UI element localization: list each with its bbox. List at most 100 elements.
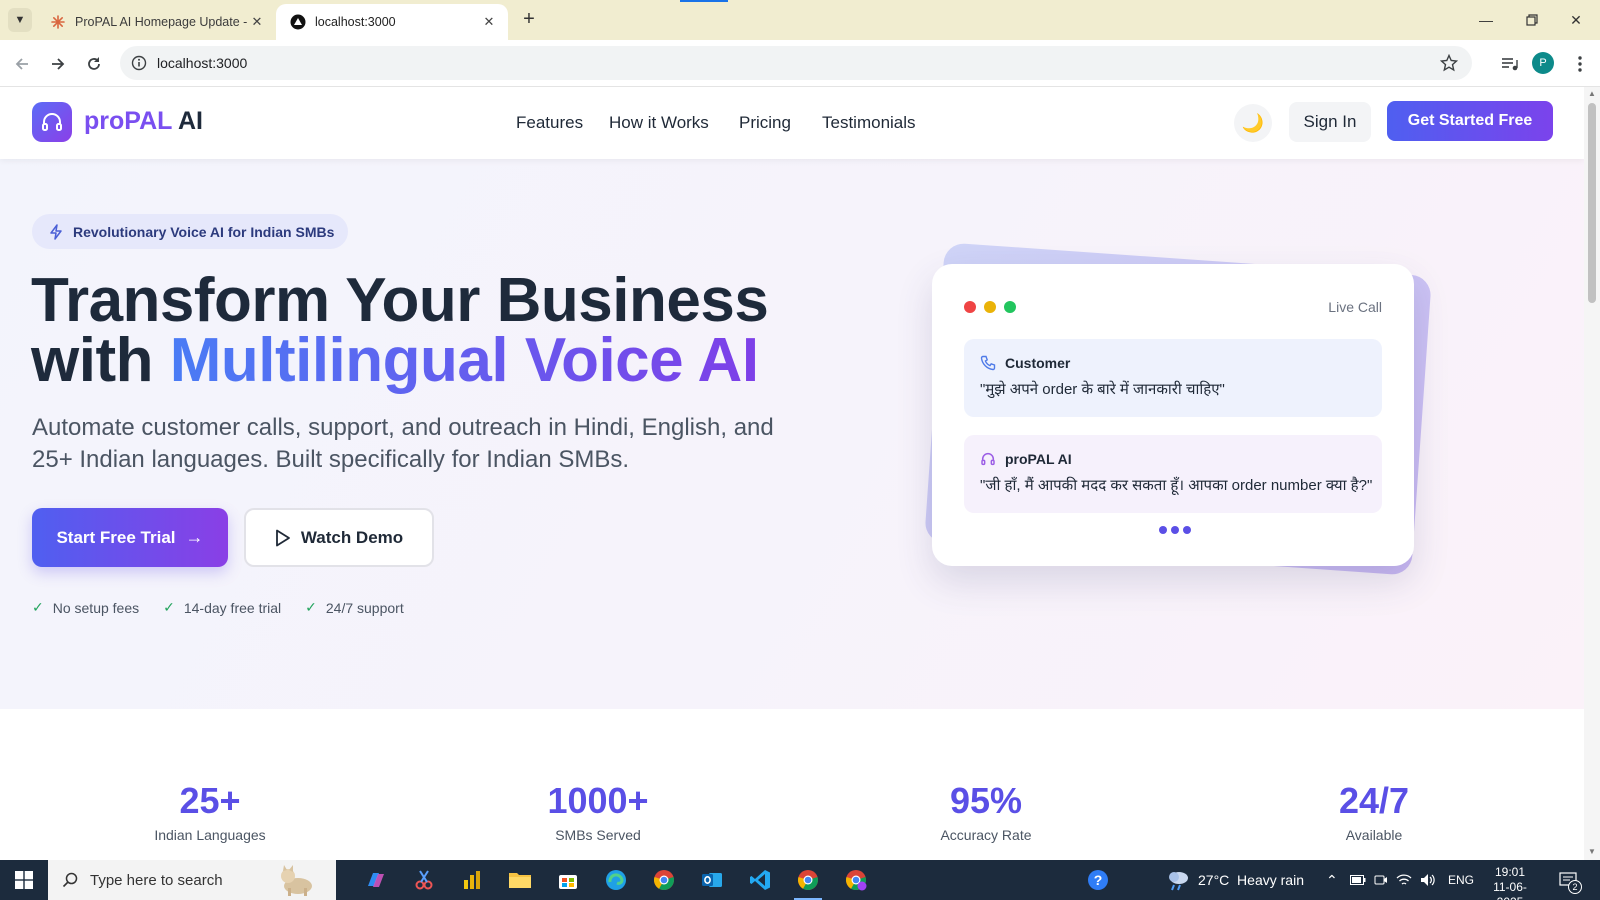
page-viewport: proPAL AI Features How it Works Pricing … [0, 87, 1584, 860]
chrome-active-window-icon[interactable] [788, 864, 828, 900]
sign-in-button[interactable]: Sign In [1289, 102, 1371, 142]
window-dot-red [964, 301, 976, 313]
wifi-icon[interactable] [1396, 860, 1412, 900]
browser-menu-icon[interactable] [1566, 50, 1594, 78]
hero-title: Transform Your Business with Multilingua… [31, 266, 769, 392]
watch-demo-button[interactable]: Watch Demo [244, 508, 434, 567]
outlook-icon[interactable] [692, 864, 732, 896]
microsoft-store-icon[interactable] [548, 864, 588, 896]
snipping-tool-icon[interactable] [404, 864, 444, 896]
window-dot-green [1004, 301, 1016, 313]
nav-features[interactable]: Features [516, 113, 583, 133]
tab-search-button[interactable]: ▼ [8, 8, 32, 32]
stats-section: 25+ Indian Languages 1000+ SMBs Served 9… [0, 709, 1584, 860]
notifications-icon[interactable]: 2 [1556, 868, 1582, 894]
hero-title-line1: Transform Your Business [31, 266, 769, 335]
brand-name-part1: proPAL [84, 107, 172, 135]
bookmark-star-icon[interactable] [1438, 52, 1460, 74]
stat-languages: 25+ Indian Languages [100, 779, 320, 843]
lightning-icon [48, 223, 64, 240]
nav-pricing[interactable]: Pricing [739, 113, 791, 133]
watch-demo-label: Watch Demo [300, 527, 404, 547]
vscode-icon[interactable] [740, 864, 780, 896]
language-indicator[interactable]: ENG [1448, 860, 1474, 900]
profile-avatar[interactable]: P [1532, 52, 1554, 74]
page-scrollbar[interactable]: ▲ ▼ [1584, 87, 1600, 860]
edge-icon[interactable] [596, 864, 636, 896]
scroll-up-icon[interactable]: ▲ [1588, 90, 1596, 98]
vercel-favicon-icon [290, 14, 306, 30]
start-free-trial-button[interactable]: Start Free Trial → [32, 508, 228, 567]
taskbar-search-box[interactable]: Type here to search [48, 860, 336, 900]
nav-how-it-works[interactable]: How it Works [609, 113, 709, 133]
address-bar[interactable]: localhost:3000 [120, 46, 1472, 80]
stat-label: SMBs Served [555, 827, 641, 843]
new-tab-button[interactable]: + [518, 9, 540, 31]
power-bi-icon[interactable] [452, 864, 492, 896]
brand-name-part2: AI [171, 107, 203, 135]
moon-icon[interactable]: 🌙 [1234, 104, 1272, 142]
back-icon[interactable] [8, 50, 36, 78]
perk-item: ✓ No setup fees [32, 599, 139, 616]
tab-title: localhost:3000 [315, 15, 396, 29]
stat-value: 25+ [179, 780, 241, 821]
restore-icon[interactable] [1514, 6, 1550, 34]
meet-now-icon[interactable] [1374, 860, 1388, 900]
site-info-icon[interactable] [128, 52, 150, 74]
customer-message: Customer "मुझे अपने order के बारे में जा… [964, 339, 1382, 417]
scroll-down-icon[interactable]: ▼ [1588, 848, 1596, 856]
hero-title-accent: Multilingual Voice AI [169, 326, 759, 395]
chrome-profile-icon[interactable] [836, 864, 876, 896]
tab-title: ProPAL AI Homepage Update - [75, 15, 248, 29]
brand-logo[interactable]: proPAL AI [84, 107, 203, 136]
perk-label: No setup fees [52, 599, 140, 616]
reload-icon[interactable] [80, 50, 108, 78]
copilot-icon[interactable] [356, 864, 396, 896]
check-icon: ✓ [305, 599, 317, 615]
stat-value: 95% [949, 780, 1023, 821]
url-text: localhost:3000 [157, 55, 248, 71]
stat-availability: 24/7 Available [1264, 779, 1484, 843]
forward-icon[interactable] [44, 50, 72, 78]
site-header: proPAL AI Features How it Works Pricing … [0, 87, 1584, 159]
help-icon[interactable]: ? [1078, 864, 1118, 896]
browser-tab-localhost[interactable]: localhost:3000 ✕ [276, 4, 508, 40]
customer-label: Customer [1005, 355, 1071, 371]
browser-tab-propal[interactable]: ProPAL AI Homepage Update - ✕ [36, 4, 276, 40]
tab-loading-indicator [680, 0, 728, 2]
stat-label: Available [1345, 827, 1403, 843]
file-explorer-icon[interactable] [500, 864, 540, 896]
volume-icon[interactable] [1420, 860, 1436, 900]
start-free-trial-label: Start Free Trial [56, 527, 176, 547]
search-placeholder: Type here to search [90, 871, 223, 889]
perk-label: 24/7 support [325, 599, 404, 616]
battery-icon[interactable] [1350, 860, 1366, 900]
media-control-icon[interactable] [1496, 50, 1524, 78]
search-highlight-cat-icon [274, 864, 318, 896]
live-call-status: Live Call [1328, 299, 1382, 315]
hero-title-line2: with [31, 326, 170, 395]
minimize-icon[interactable]: — [1468, 6, 1504, 34]
chrome-icon[interactable] [644, 864, 684, 896]
clock-time: 19:01 [1494, 865, 1526, 879]
browser-toolbar: localhost:3000 P [0, 40, 1600, 87]
get-started-button[interactable]: Get Started Free [1387, 101, 1553, 141]
headphones-logo-icon[interactable] [32, 102, 72, 142]
nav-testimonials[interactable]: Testimonials [822, 113, 916, 133]
perk-label: 14-day free trial [183, 599, 282, 616]
headphones-icon [980, 451, 996, 467]
arrow-right-icon: → [185, 527, 204, 547]
weather-text: 27°C Heavy rain [1198, 872, 1304, 888]
window-dot-yellow [984, 301, 996, 313]
scrollbar-thumb[interactable] [1588, 103, 1596, 303]
tab-close-icon[interactable]: ✕ [480, 13, 498, 31]
ai-message: proPAL AI "जी हाँ, मैं आपकी मदद कर सकता … [964, 435, 1382, 513]
tab-close-icon[interactable]: ✕ [248, 13, 266, 31]
weather-widget[interactable]: 27°C Heavy rain [1166, 860, 1304, 900]
stat-value: 24/7 [1338, 780, 1410, 821]
windows-start-icon[interactable] [0, 860, 48, 900]
show-hidden-icons[interactable]: ⌃ [1326, 860, 1338, 900]
system-clock[interactable]: 19:01 11-06-2025 [1480, 865, 1540, 900]
close-window-icon[interactable]: ✕ [1558, 6, 1594, 34]
stat-label: Indian Languages [154, 827, 266, 843]
